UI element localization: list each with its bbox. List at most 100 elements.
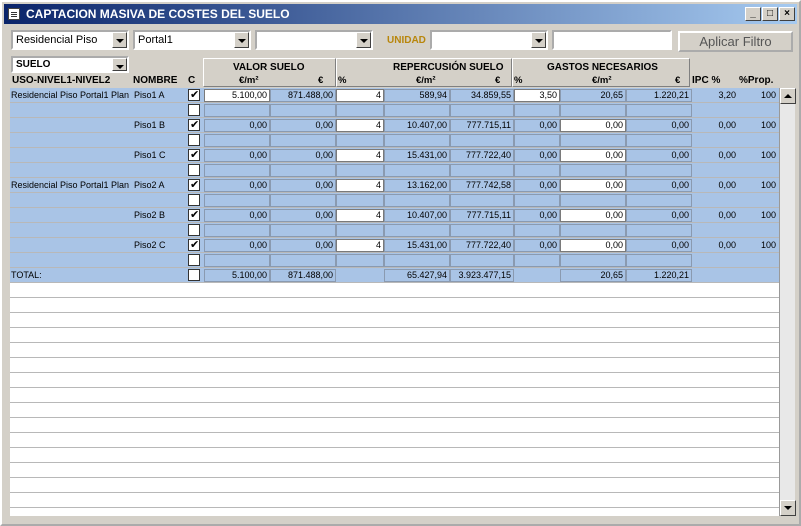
- row-checkbox[interactable]: [188, 104, 200, 116]
- row-checkbox[interactable]: [188, 88, 200, 101]
- valor-suelo-m2-cell[interactable]: 5.100,00: [204, 89, 270, 102]
- gastos-eur-cell[interactable]: 0,00: [626, 239, 692, 252]
- total-rep-m2[interactable]: 65.427,94: [384, 269, 450, 282]
- empty-cell[interactable]: [336, 194, 384, 207]
- gastos-m2-cell[interactable]: 0,00: [560, 209, 626, 222]
- empty-cell[interactable]: [204, 164, 270, 177]
- empty-cell[interactable]: [384, 224, 450, 237]
- empty-cell[interactable]: [270, 164, 336, 177]
- row-checkbox[interactable]: [188, 238, 200, 251]
- empty-cell[interactable]: [514, 104, 560, 117]
- valor-suelo-m2-cell[interactable]: 0,00: [204, 149, 270, 162]
- empty-cell[interactable]: [560, 104, 626, 117]
- empty-cell[interactable]: [514, 224, 560, 237]
- empty-cell[interactable]: [204, 104, 270, 117]
- ipc-value[interactable]: 0,00: [694, 149, 736, 161]
- valor-suelo-m2-cell[interactable]: 0,00: [204, 209, 270, 222]
- ipc-value[interactable]: 0,00: [694, 119, 736, 131]
- empty-cell[interactable]: [450, 194, 514, 207]
- repercusion-m2-cell[interactable]: 15.431,00: [384, 239, 450, 252]
- repercusion-pct-cell[interactable]: 4: [336, 119, 384, 132]
- empty-cell[interactable]: [270, 104, 336, 117]
- gastos-eur-cell[interactable]: 1.220,21: [626, 89, 692, 102]
- empty-cell[interactable]: [560, 194, 626, 207]
- gastos-pct-cell[interactable]: 0,00: [514, 179, 560, 192]
- empty-cell[interactable]: [450, 254, 514, 267]
- prop-value[interactable]: 100: [740, 239, 776, 251]
- repercusion-pct-cell[interactable]: 4: [336, 179, 384, 192]
- repercusion-pct-cell[interactable]: 4: [336, 239, 384, 252]
- repercusion-m2-cell[interactable]: 589,94: [384, 89, 450, 102]
- title-bar[interactable]: CAPTACION MASIVA DE COSTES DEL SUELO _ □…: [4, 4, 797, 24]
- empty-cell[interactable]: [626, 194, 692, 207]
- search-input[interactable]: [552, 30, 672, 50]
- row-checkbox[interactable]: [188, 224, 200, 236]
- repercusion-eur-cell[interactable]: 777.715,11: [450, 119, 514, 132]
- empty-cell[interactable]: [204, 224, 270, 237]
- total-rep-eur[interactable]: 3.923.477,15: [450, 269, 514, 282]
- empty-cell[interactable]: [560, 164, 626, 177]
- repercusion-eur-cell[interactable]: 34.859,55: [450, 89, 514, 102]
- scroll-down-button[interactable]: [780, 500, 796, 516]
- chevron-down-icon[interactable]: [356, 32, 371, 48]
- prop-value[interactable]: 100: [740, 179, 776, 191]
- prop-value[interactable]: 100: [740, 119, 776, 131]
- empty-cell[interactable]: [450, 164, 514, 177]
- empty-cell[interactable]: [626, 164, 692, 177]
- valor-suelo-eur-cell[interactable]: 0,00: [270, 149, 336, 162]
- empty-cell[interactable]: [384, 194, 450, 207]
- empty-cell[interactable]: [626, 254, 692, 267]
- total-g-m2[interactable]: 20,65: [560, 269, 626, 282]
- gastos-pct-cell[interactable]: 0,00: [514, 119, 560, 132]
- gastos-pct-cell[interactable]: 0,00: [514, 239, 560, 252]
- empty-cell[interactable]: [626, 134, 692, 147]
- empty-cell[interactable]: [560, 254, 626, 267]
- empty-cell[interactable]: [560, 224, 626, 237]
- repercusion-eur-cell[interactable]: 777.742,58: [450, 179, 514, 192]
- scroll-up-button[interactable]: [780, 88, 796, 104]
- empty-cell[interactable]: [514, 164, 560, 177]
- valor-suelo-m2-cell[interactable]: 0,00: [204, 239, 270, 252]
- gastos-eur-cell[interactable]: 0,00: [626, 209, 692, 222]
- empty-cell[interactable]: [204, 194, 270, 207]
- apply-filter-button[interactable]: Aplicar Filtro: [678, 31, 793, 52]
- repercusion-pct-cell[interactable]: 4: [336, 209, 384, 222]
- total-g-eur[interactable]: 1.220,21: [626, 269, 692, 282]
- prop-value[interactable]: 100: [740, 149, 776, 161]
- empty-cell[interactable]: [270, 194, 336, 207]
- row-checkbox[interactable]: [188, 254, 200, 266]
- minimize-button[interactable]: _: [745, 7, 761, 21]
- empty-cell[interactable]: [450, 134, 514, 147]
- valor-suelo-eur-cell[interactable]: 871.488,00: [270, 89, 336, 102]
- empty-cell[interactable]: [384, 164, 450, 177]
- valor-suelo-eur-cell[interactable]: 0,00: [270, 209, 336, 222]
- gastos-m2-cell[interactable]: 0,00: [560, 119, 626, 132]
- row-checkbox[interactable]: [188, 148, 200, 161]
- empty-cell[interactable]: [336, 224, 384, 237]
- prop-value[interactable]: 100: [740, 209, 776, 221]
- total-vs-m2[interactable]: 5.100,00: [204, 269, 270, 282]
- ipc-value[interactable]: 3,20: [694, 89, 736, 101]
- chevron-down-icon[interactable]: [112, 32, 127, 48]
- tipo-select[interactable]: SUELO: [11, 56, 129, 73]
- empty-cell[interactable]: [336, 104, 384, 117]
- gastos-eur-cell[interactable]: 0,00: [626, 119, 692, 132]
- empty-cell[interactable]: [384, 134, 450, 147]
- ipc-value[interactable]: 0,00: [694, 179, 736, 191]
- repercusion-eur-cell[interactable]: 777.722,40: [450, 239, 514, 252]
- empty-cell[interactable]: [384, 104, 450, 117]
- gastos-pct-cell[interactable]: 0,00: [514, 149, 560, 162]
- unidad-select[interactable]: [430, 30, 548, 50]
- row-checkbox[interactable]: [188, 194, 200, 206]
- valor-suelo-eur-cell[interactable]: 0,00: [270, 179, 336, 192]
- row-checkbox[interactable]: [188, 164, 200, 176]
- chevron-down-icon[interactable]: [531, 32, 546, 48]
- repercusion-pct-cell[interactable]: 4: [336, 89, 384, 102]
- maximize-button[interactable]: □: [762, 7, 778, 21]
- gastos-m2-cell[interactable]: 20,65: [560, 89, 626, 102]
- empty-cell[interactable]: [450, 224, 514, 237]
- empty-cell[interactable]: [270, 254, 336, 267]
- ipc-value[interactable]: 0,00: [694, 239, 736, 251]
- chevron-down-icon[interactable]: [234, 32, 249, 48]
- valor-suelo-m2-cell[interactable]: 0,00: [204, 179, 270, 192]
